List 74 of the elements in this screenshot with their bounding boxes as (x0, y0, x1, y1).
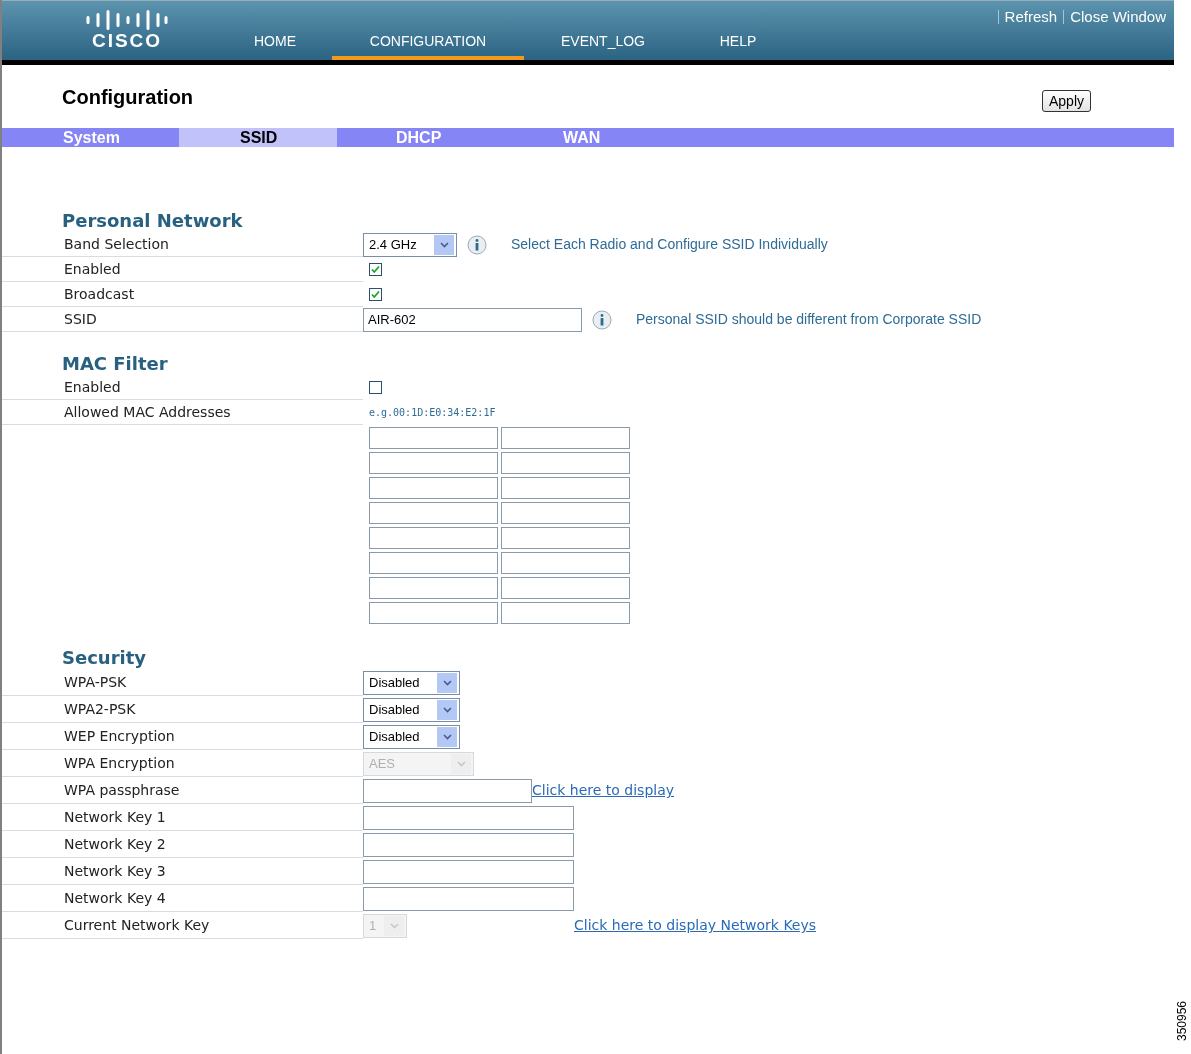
input-field[interactable] (369, 552, 498, 574)
dropdown[interactable]: Disabled (363, 670, 460, 695)
input-field[interactable] (369, 477, 498, 499)
input-field[interactable] (501, 452, 630, 474)
input-field[interactable] (501, 602, 630, 624)
dropdown[interactable]: 2.4 GHz (363, 232, 457, 257)
field-label: Network Key 4 (64, 888, 166, 908)
field-label: Broadcast (64, 284, 135, 304)
caret-icon (437, 726, 457, 747)
header-link[interactable]: Close Window (1070, 6, 1166, 29)
input-field[interactable] (369, 502, 498, 524)
input-field[interactable] (369, 527, 498, 549)
input-field[interactable] (369, 577, 498, 599)
input-field[interactable] (363, 778, 532, 803)
section-heading: MAC Filter (61, 352, 169, 375)
info-icon (592, 309, 612, 330)
section-tab[interactable]: WAN (500, 128, 660, 147)
input-field[interactable] (369, 602, 498, 624)
logo-text: CISCO (91, 30, 163, 51)
section-heading: Personal Network (61, 209, 244, 232)
input-field[interactable] (363, 886, 574, 911)
input-field[interactable] (363, 805, 574, 830)
field-label: WPA-PSK (64, 672, 127, 692)
input-field[interactable] (501, 527, 630, 549)
input-field[interactable] (501, 477, 630, 499)
field-label: Network Key 1 (64, 807, 166, 827)
nav-tab[interactable]: HOME (252, 27, 298, 60)
nav-tab[interactable]: EVENT_LOG (558, 27, 648, 60)
input-field[interactable] (369, 427, 498, 449)
input-field[interactable] (501, 552, 630, 574)
input-field[interactable] (363, 859, 574, 884)
apply-button[interactable]: Apply (1041, 89, 1091, 112)
field-label: WPA2-PSK (64, 699, 136, 719)
field-label: Allowed MAC Addresses (64, 402, 231, 422)
caret-icon (437, 672, 457, 693)
dropdown[interactable]: Disabled (363, 724, 460, 749)
caret-icon (384, 915, 404, 936)
logo-bars-icon (86, 8, 168, 31)
info-icon (467, 234, 487, 255)
input-field[interactable]: AIR-602 (363, 307, 582, 332)
field-label: WPA passphrase (64, 780, 180, 800)
info-text: Select Each Radio and Configure SSID Individually (511, 235, 828, 254)
field-label: Enabled (64, 259, 121, 279)
caret-icon (437, 699, 457, 720)
input-field[interactable] (501, 502, 630, 524)
field-label: Enabled (64, 377, 121, 397)
input-field[interactable] (501, 427, 630, 449)
field-label: WEP Encryption (64, 726, 175, 746)
checkbox[interactable] (369, 381, 382, 394)
info-text: Personal SSID should be different from Corporate SSID (636, 310, 982, 329)
display-link[interactable]: Click here to display (532, 780, 675, 801)
field-label: Network Key 3 (64, 861, 166, 881)
section-tab[interactable]: SSID (179, 128, 337, 147)
dropdown[interactable]: Disabled (363, 697, 460, 722)
header-link[interactable]: Refresh (1004, 6, 1058, 29)
input-field[interactable] (501, 577, 630, 599)
field-label: SSID (64, 309, 97, 329)
section-tab[interactable]: System (2, 128, 179, 147)
page-title: Configuration (62, 84, 194, 110)
hint-text: e.g.00:1D:E0:34:E2:1F (368, 406, 496, 420)
section-tab[interactable]: DHCP (337, 128, 500, 147)
field-label: Network Key 2 (64, 834, 166, 854)
nav-tab[interactable]: HELP (718, 27, 758, 60)
field-label: Current Network Key (64, 915, 210, 935)
figure-number: 350956 (1174, 1001, 1191, 1041)
caret-icon (434, 234, 454, 255)
checkbox[interactable] (369, 288, 382, 301)
field-label: WPA Encryption (64, 753, 175, 773)
section-heading: Security (61, 646, 148, 669)
input-field[interactable] (363, 832, 574, 857)
input-field[interactable] (369, 452, 498, 474)
caret-icon (451, 753, 471, 774)
field-label: Band Selection (64, 234, 169, 254)
checkbox[interactable] (369, 263, 382, 276)
